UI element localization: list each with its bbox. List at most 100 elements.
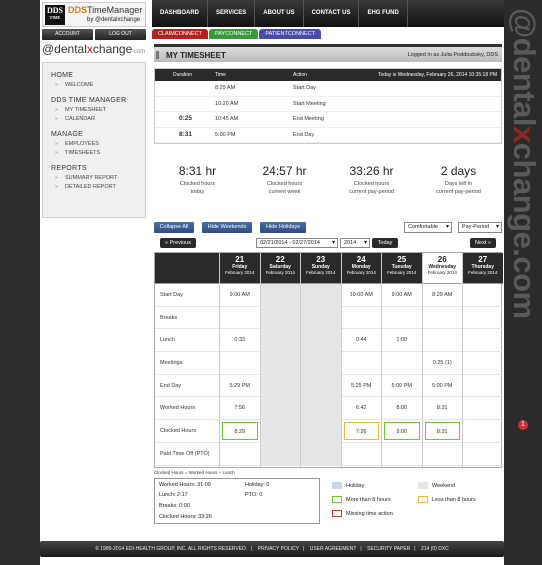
menu-item-detailed-report[interactable]: DETAILED REPORT: [51, 184, 145, 190]
grid-cell[interactable]: 7:56: [220, 397, 260, 421]
day-header[interactable]: 26 Wednesday February 2014: [422, 253, 462, 284]
nav-item-dashboard[interactable]: DASHBOARD: [152, 0, 208, 27]
menu-item-summary-report[interactable]: SUMMARY REPORT: [51, 175, 145, 181]
grid-cell[interactable]: 5:00 PM: [382, 375, 422, 398]
grid-cell[interactable]: [422, 329, 462, 353]
grid-cell[interactable]: [301, 306, 341, 330]
day-header[interactable]: 23 Sunday February 2014: [301, 253, 341, 284]
grid-cell[interactable]: 5:25 PM: [341, 375, 381, 398]
grid-cell[interactable]: [260, 352, 300, 375]
nav-item-ehg-fund[interactable]: EHG FUND: [359, 0, 408, 27]
account-button[interactable]: ACCOUNT: [42, 29, 93, 40]
menu-item-employees[interactable]: EMPLOYEES: [51, 141, 145, 147]
connect-tab-patientconnect[interactable]: PATIENTCONNECT: [259, 29, 322, 39]
footer-privacy-link[interactable]: PRIVACY POLICY: [254, 546, 303, 552]
grid-cell[interactable]: [301, 329, 341, 353]
grid-cell[interactable]: 9:00 AM: [220, 284, 260, 307]
grid-cell[interactable]: 0:44: [341, 329, 381, 353]
grid-cell[interactable]: [382, 352, 422, 375]
grid-cell[interactable]: [301, 442, 341, 466]
date-range-select[interactable]: 02/21/2014 - 02/27/2014: [256, 238, 338, 248]
footer-agreement-link[interactable]: USER AGREEMENT: [306, 546, 361, 552]
grid-cell[interactable]: 8:29 AM: [422, 284, 462, 307]
connect-tab-payconnect[interactable]: PAYCONNECT: [209, 29, 259, 39]
grid-cell[interactable]: 8:00: [382, 397, 422, 421]
nav-item-about-us[interactable]: ABOUT US: [255, 0, 304, 27]
app-logo[interactable]: DDS TIME DDSTimeManager by @dentalxchange: [42, 2, 146, 27]
menu-item-my-timesheet[interactable]: MY TIMESHEET: [51, 107, 145, 113]
grid-cell[interactable]: [301, 284, 341, 307]
connect-tab-claimconnect[interactable]: CLAIMCONNECT: [152, 29, 209, 39]
grid-cell[interactable]: 5:29 PM: [220, 375, 260, 398]
hide-holidays-button[interactable]: Hide Holidays: [260, 222, 306, 233]
grid-cell[interactable]: [220, 352, 260, 375]
grid-cell[interactable]: [463, 443, 503, 466]
grid-cell[interactable]: 8:29: [220, 420, 260, 443]
grid-cell[interactable]: 0:25 (1): [422, 352, 462, 375]
legend-missing: Missing time action: [332, 510, 393, 518]
grid-cell[interactable]: [220, 307, 260, 330]
grid-cell[interactable]: 5:00 PM: [422, 375, 462, 398]
grid-cell[interactable]: [260, 397, 300, 421]
period-select[interactable]: Pay-Period: [458, 222, 502, 233]
day-month: February 2014: [346, 270, 376, 275]
day-header[interactable]: 22 Saturday February 2014: [260, 253, 300, 284]
grid-cell[interactable]: [463, 329, 503, 353]
collapse-all-button[interactable]: Collapse All: [154, 222, 194, 233]
grid-cell[interactable]: [463, 307, 503, 330]
logout-button[interactable]: LOG OUT: [95, 29, 146, 40]
stat-value: 24:57 hr: [262, 164, 307, 178]
grid-cell[interactable]: 10:00 AM: [341, 284, 381, 307]
hide-weekends-button[interactable]: Hide Weekends: [202, 222, 252, 233]
grid-cell[interactable]: [422, 307, 462, 330]
footer-security-link[interactable]: SECURITY PAPER: [363, 546, 414, 552]
grid-cell[interactable]: [382, 307, 422, 330]
day-header[interactable]: 24 Monday February 2014: [341, 253, 381, 284]
today-date: Today is Wednesday, February 26, 2014 10…: [377, 72, 497, 78]
grid-cell[interactable]: [301, 420, 341, 443]
grid-cell[interactable]: [341, 443, 381, 466]
grid-cell[interactable]: 8:31: [422, 397, 462, 421]
menu-item-calendar[interactable]: CALENDAR: [51, 116, 145, 122]
grid-cell[interactable]: [463, 375, 503, 398]
density-select[interactable]: Comfortable: [404, 222, 452, 233]
grid-cell[interactable]: [463, 420, 503, 443]
grid-cell[interactable]: 0:33: [220, 329, 260, 353]
grid-cell[interactable]: [463, 352, 503, 375]
next-button[interactable]: Next »: [470, 238, 496, 248]
grid-cell[interactable]: [301, 397, 341, 421]
grid-cell[interactable]: [382, 443, 422, 466]
day-header[interactable]: 21 Friday February 2014: [220, 253, 260, 284]
grid-cell[interactable]: [260, 374, 300, 398]
grid-cell[interactable]: [422, 443, 462, 466]
menu-item-timesheets[interactable]: TIMESHEETS: [51, 150, 145, 156]
menu-item-welcome[interactable]: WELCOME: [51, 82, 145, 88]
grid-cell[interactable]: 9:00: [382, 420, 422, 443]
grid-cell[interactable]: 1:00: [382, 329, 422, 353]
grid-cell[interactable]: 7:26: [341, 420, 381, 443]
grid-cell[interactable]: [341, 352, 381, 375]
grid-cell[interactable]: [220, 443, 260, 466]
dentalxchange-logo[interactable]: @dentalxchange.com: [42, 42, 145, 56]
today-button[interactable]: Today: [372, 238, 398, 248]
nav-item-contact-us[interactable]: CONTACT US: [304, 0, 360, 27]
grid-cell[interactable]: 8:31: [422, 420, 462, 443]
grid-cell[interactable]: [260, 284, 300, 307]
nav-item-services[interactable]: SERVICES: [208, 0, 256, 27]
grid-cell[interactable]: [260, 306, 300, 330]
grid-cell[interactable]: [341, 307, 381, 330]
grid-cell[interactable]: [260, 420, 300, 443]
year-select[interactable]: 2014: [340, 238, 370, 248]
grid-cell[interactable]: 6:42: [341, 397, 381, 421]
previous-button[interactable]: « Previous: [160, 238, 196, 248]
notification-badge[interactable]: 1: [518, 420, 528, 430]
day-header[interactable]: 27 Thursday February 2014: [463, 253, 503, 284]
grid-cell[interactable]: 9:00 AM: [382, 284, 422, 307]
grid-cell[interactable]: [463, 397, 503, 421]
grid-cell[interactable]: [260, 329, 300, 353]
grid-cell[interactable]: [463, 284, 503, 307]
day-header[interactable]: 25 Tuesday February 2014: [382, 253, 422, 284]
grid-cell[interactable]: [260, 442, 300, 466]
grid-cell[interactable]: [301, 374, 341, 398]
grid-cell[interactable]: [301, 352, 341, 375]
